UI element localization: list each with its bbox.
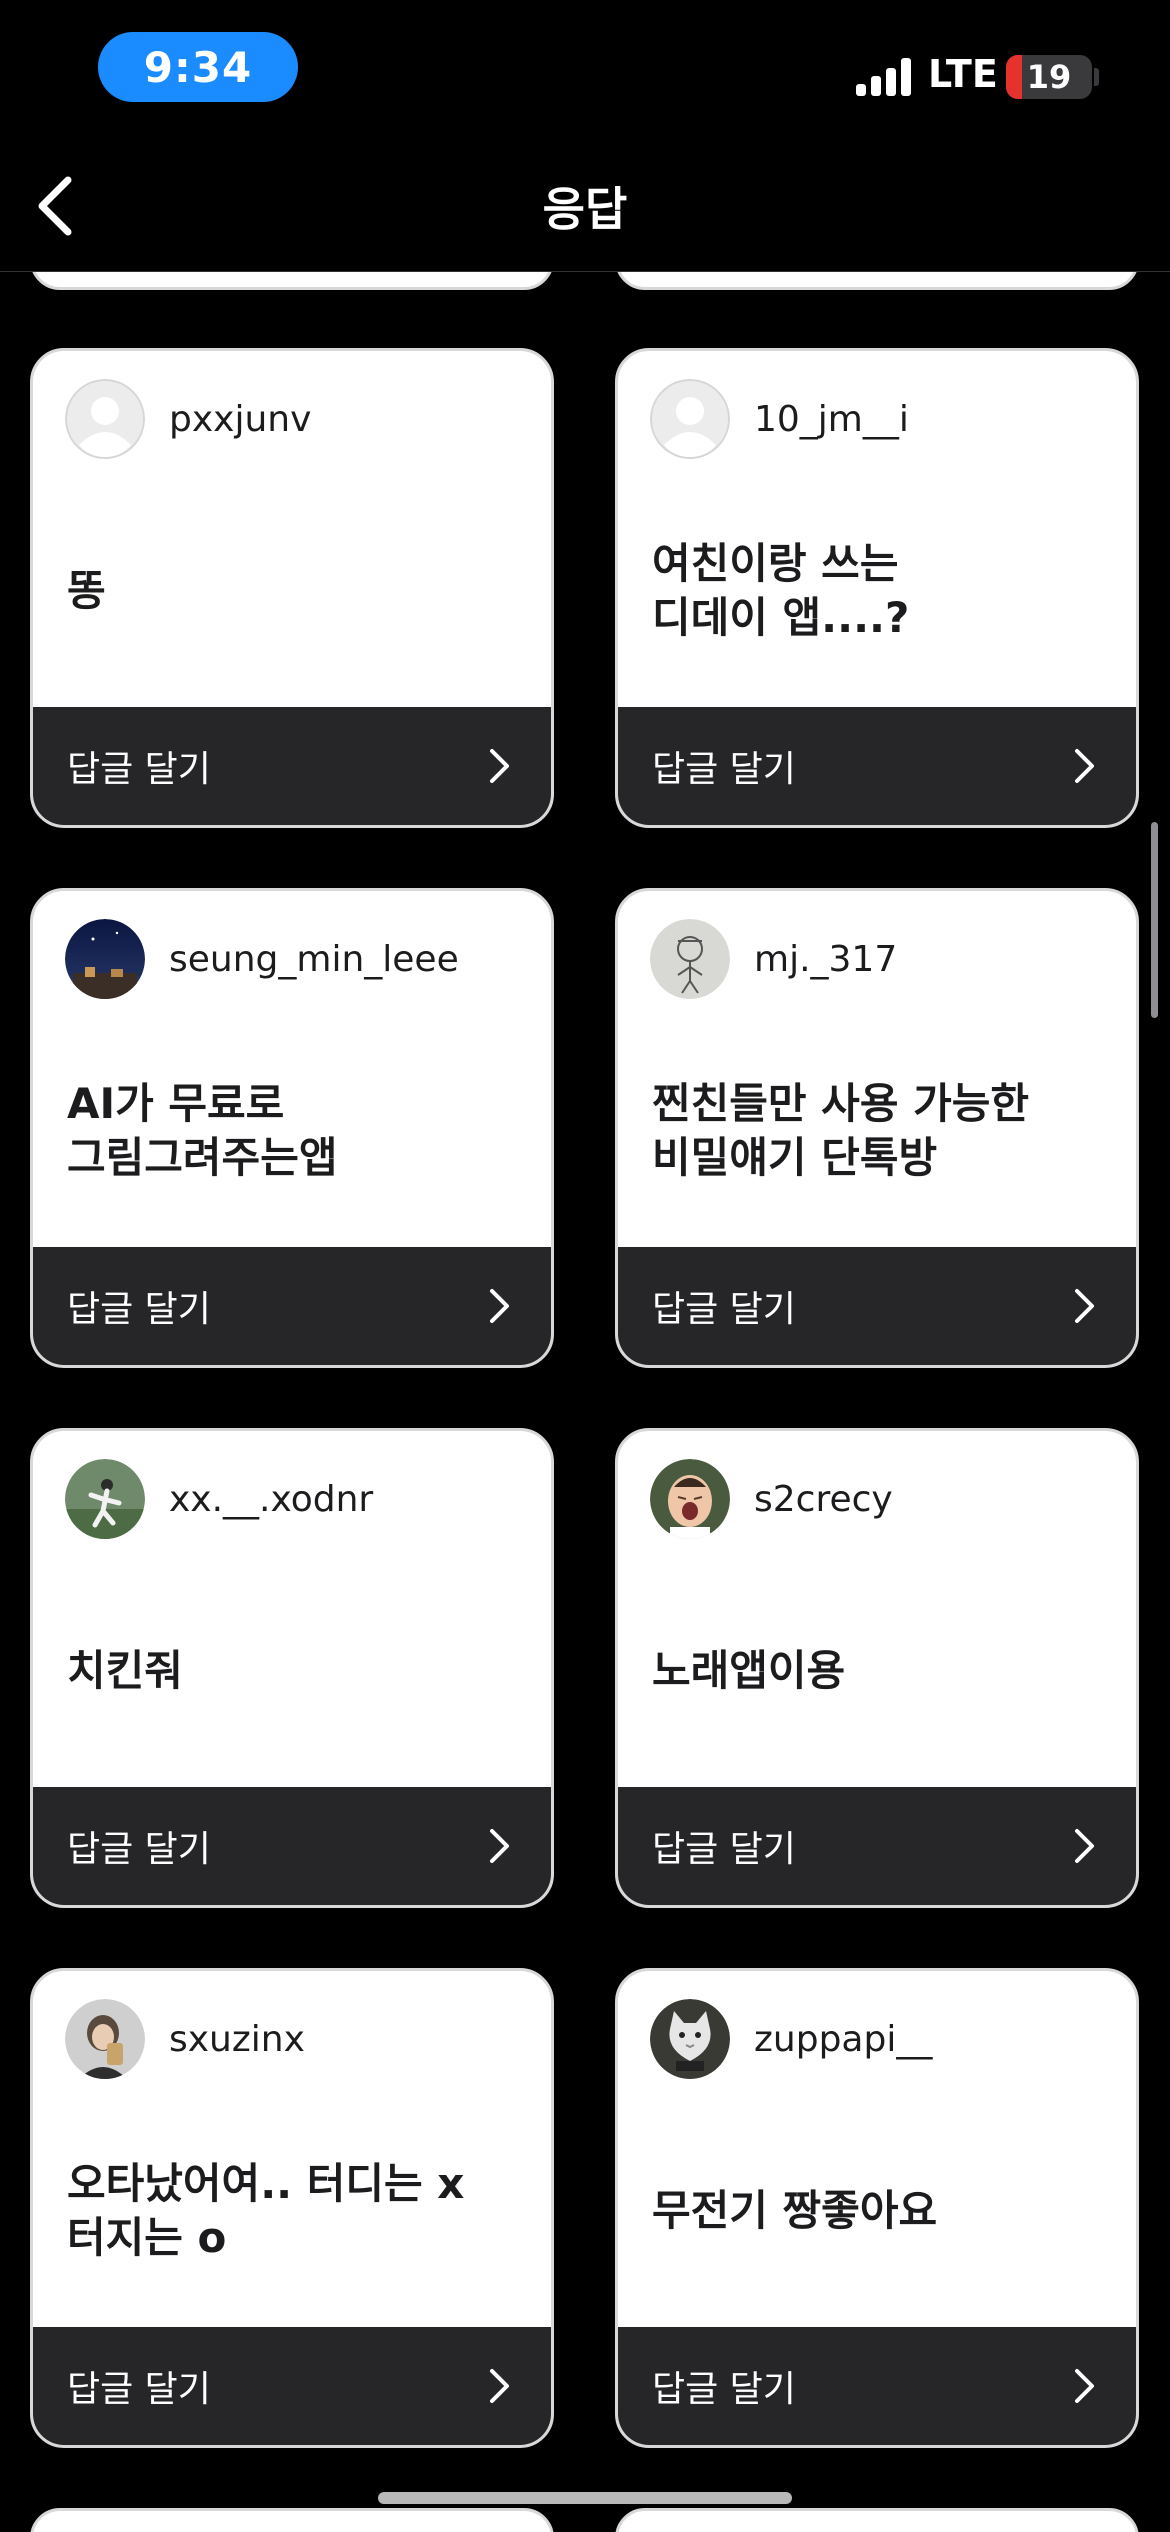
reply-button[interactable]: 답글 달기 [33,1787,551,1905]
chevron-left-icon [38,176,72,236]
chevron-right-icon [483,1826,517,1866]
status-bar: 9:34 LTE 19 [0,0,1170,140]
avatar[interactable] [65,919,145,999]
card-header: 10_jm__i [650,379,909,459]
response-card[interactable]: s2crecy 노래앱이용 답글 달기 [615,1428,1139,1908]
username[interactable]: 10_jm__i [754,399,909,440]
card-header: seung_min_leee [65,919,459,999]
default-profile-icon [650,379,730,459]
avatar[interactable] [65,379,145,459]
default-profile-icon [65,379,145,459]
chevron-right-icon [483,2366,517,2406]
card-header: zuppapi__ [650,1999,932,2079]
username[interactable]: sxuzinx [169,2019,305,2060]
response-card[interactable]: zuppapi__ 무전기 짱좋아요 답글 달기 [615,1968,1139,2448]
response-text: 노래앱이용 [652,1646,846,1696]
avatar[interactable] [650,1999,730,2079]
scroll-indicator[interactable] [1151,822,1158,1018]
response-text: 여친이랑 쓰는 디데이 앱....? [652,539,910,642]
reply-label: 답글 달기 [652,2369,796,2410]
reply-button[interactable]: 답글 달기 [618,1787,1136,1905]
response-text: 찐친들만 사용 가능한 비밀얘기 단톡방 [652,1079,1030,1182]
response-card[interactable]: sxuzinx 오타났어여.. 터디는 x 터지는 o 답글 달기 [30,1968,554,2448]
card-header: pxxjunv [65,379,311,459]
username[interactable]: s2crecy [754,1479,893,1520]
night-sky-photo-icon [65,919,145,999]
avatar[interactable] [65,1999,145,2079]
reply-label: 답글 달기 [67,1289,211,1330]
card-header: s2crecy [650,1459,893,1539]
avatar[interactable] [650,379,730,459]
response-text: 무전기 짱좋아요 [652,2186,938,2236]
response-text: 치킨줘 [67,1646,183,1696]
reply-button[interactable]: 답글 달기 [33,707,551,825]
chevron-right-icon [1068,1826,1102,1866]
status-time[interactable]: 9:34 [98,32,298,102]
chevron-right-icon [1068,2366,1102,2406]
response-text: AI가 무료로 그림그려주는앱 [67,1079,338,1182]
doodle-character-icon [650,919,730,999]
chevron-right-icon [483,1286,517,1326]
card-header: mj._317 [650,919,897,999]
page-title: 응답 [542,182,628,236]
network-type: LTE [928,52,998,96]
reply-button[interactable]: 답글 달기 [33,1247,551,1365]
response-card[interactable]: 10_jm__i 여친이랑 쓰는 디데이 앱....? 답글 달기 [615,348,1139,828]
response-text: 오타났어여.. 터디는 x 터지는 o [67,2159,465,2262]
response-card[interactable]: xx.__.xodnr 치킨줘 답글 달기 [30,1428,554,1908]
reply-button[interactable]: 답글 달기 [618,707,1136,825]
reply-label: 답글 달기 [652,749,796,790]
avatar[interactable] [65,1459,145,1539]
username[interactable]: xx.__.xodnr [169,1479,373,1520]
sports-photo-icon [65,1459,145,1539]
battery-nub [1094,68,1099,86]
reply-label: 답글 달기 [67,2369,211,2410]
battery-level: 19 [1026,58,1072,96]
reply-label: 답글 달기 [67,1829,211,1870]
username[interactable]: zuppapi__ [754,2019,932,2060]
username[interactable]: seung_min_leee [169,939,459,980]
battery-icon: 19 [1006,55,1092,99]
response-grid: pxxjunv 똥 답글 달기 10_jm__i 여친이랑 쓰는 디데이 앱..… [0,0,1170,2532]
response-card[interactable]: pxxjunv 똥 답글 달기 [30,348,554,828]
home-indicator[interactable] [378,2492,792,2504]
card-partial-bottom-left[interactable] [30,2508,554,2532]
chevron-right-icon [1068,746,1102,786]
cat-photo-icon [650,1999,730,2079]
card-header: xx.__.xodnr [65,1459,373,1539]
username[interactable]: pxxjunv [169,399,311,440]
avatar[interactable] [650,919,730,999]
reply-button[interactable]: 답글 달기 [618,2327,1136,2445]
reply-label: 답글 달기 [67,749,211,790]
avatar[interactable] [650,1459,730,1539]
card-partial-bottom-right[interactable] [615,2508,1139,2532]
card-header: sxuzinx [65,1999,305,2079]
chevron-right-icon [1068,1286,1102,1326]
response-card[interactable]: mj._317 찐친들만 사용 가능한 비밀얘기 단톡방 답글 달기 [615,888,1139,1368]
back-button[interactable] [14,166,94,246]
crying-baby-photo-icon [650,1459,730,1539]
response-card[interactable]: seung_min_leee AI가 무료로 그림그려주는앱 답글 달기 [30,888,554,1368]
reply-label: 답글 달기 [652,1829,796,1870]
response-text: 똥 [67,566,106,616]
reply-label: 답글 달기 [652,1289,796,1330]
reply-button[interactable]: 답글 달기 [33,2327,551,2445]
reply-button[interactable]: 답글 달기 [618,1247,1136,1365]
nav-bar: 응답 [0,140,1170,272]
chevron-right-icon [483,746,517,786]
selfie-photo-icon [65,1999,145,2079]
username[interactable]: mj._317 [754,939,897,980]
signal-strength-icon [856,58,912,96]
screen: pxxjunv 똥 답글 달기 10_jm__i 여친이랑 쓰는 디데이 앱..… [0,0,1170,2532]
